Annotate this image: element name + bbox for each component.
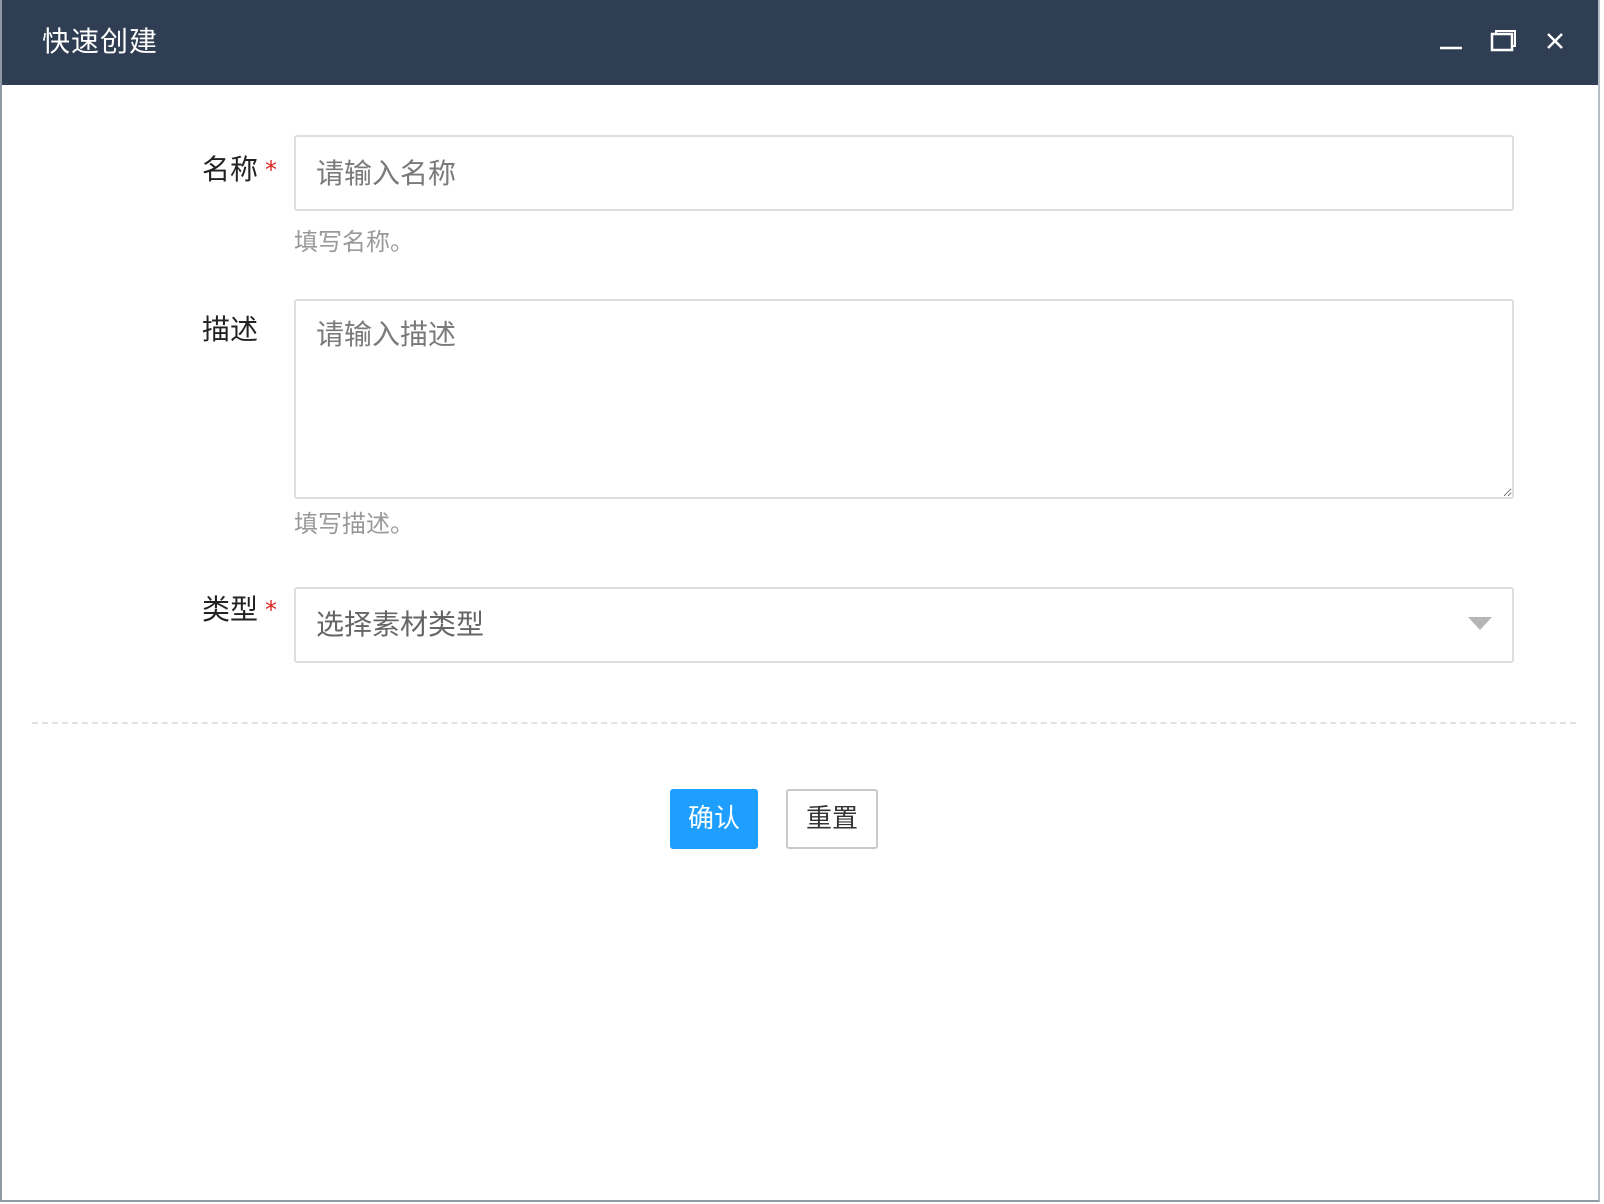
type-label: 类型 * [172,590,284,630]
maximize-icon [1490,30,1516,52]
chevron-down-icon [1468,617,1492,630]
close-icon [1547,33,1563,49]
dialog-titlebar[interactable]: 快速创建 [2,0,1598,85]
description-label: 描述 [172,310,284,350]
name-hint: 填写名称。 [294,228,414,256]
name-input[interactable] [294,135,1514,211]
maximize-button[interactable] [1484,22,1524,62]
reset-button[interactable]: 重置 [786,789,878,849]
type-select-value: 选择素材类型 [316,608,485,641]
dialog-title: 快速创建 [42,25,159,58]
close-button[interactable] [1536,22,1576,62]
confirm-button[interactable]: 确认 [670,789,758,849]
type-select[interactable]: 选择素材类型 [294,587,1514,663]
type-required-mark: * [265,596,277,624]
description-label-text: 描述 [201,313,258,346]
name-label: 名称 * [172,150,284,190]
description-hint: 填写描述。 [294,510,414,538]
name-label-text: 名称 [201,153,258,186]
form-divider [32,722,1576,724]
minimize-icon [1440,46,1462,50]
description-textarea[interactable] [294,299,1514,499]
quick-create-dialog: 快速创建 名称* 填写名称。 描述 [0,0,1600,1202]
name-required-mark: * [265,156,277,184]
type-label-text: 类型 [201,593,258,626]
minimize-button[interactable] [1432,22,1472,62]
